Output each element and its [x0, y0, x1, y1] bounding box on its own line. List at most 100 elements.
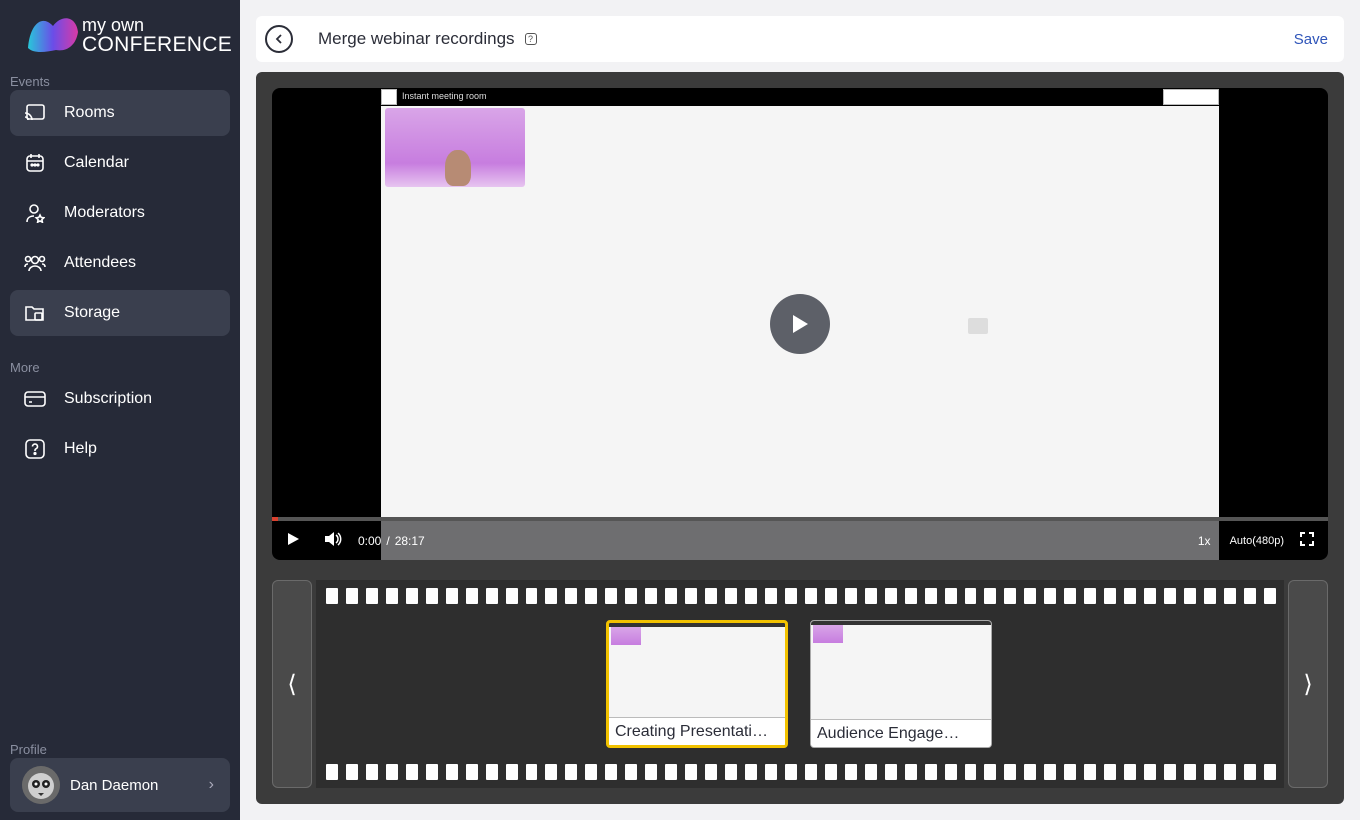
film-perforation [705, 588, 718, 604]
film-perforation [1064, 588, 1077, 604]
sidebar-item-label: Storage [64, 304, 121, 321]
profile-name: Dan Daemon [70, 776, 159, 794]
film-perforation [565, 764, 578, 780]
film-perforation [924, 764, 937, 780]
folder-icon [22, 300, 48, 326]
film-perforation [605, 764, 618, 780]
play-button[interactable] [286, 532, 300, 549]
film-perforation [745, 588, 757, 604]
video-controls: 0:00 / 28:17 1x Auto(480p) [272, 521, 1328, 560]
moderator-icon [22, 200, 48, 226]
film-perforation [445, 764, 458, 780]
profile-button[interactable]: Dan Daemon › [10, 758, 230, 812]
film-perforation [804, 588, 817, 604]
filmstrip-prev-button[interactable]: ⟨ [272, 580, 312, 788]
chevron-left-icon: ⟨ [287, 670, 297, 698]
section-events-label: Events [10, 74, 50, 89]
image-placeholder-icon [968, 318, 988, 334]
film-perforation [1183, 588, 1196, 604]
fullscreen-button[interactable] [1300, 532, 1314, 549]
film-perforation [685, 588, 698, 604]
film-perforation [565, 588, 578, 604]
film-perforation [485, 588, 498, 604]
credit-card-icon [22, 386, 48, 412]
film-perforation [745, 764, 757, 780]
film-perforation [984, 588, 997, 604]
sidebar-item-storage[interactable]: Storage [10, 290, 230, 336]
film-perforation [1044, 588, 1057, 604]
playback-speed[interactable]: 1x [1198, 534, 1211, 548]
film-perforation [1263, 588, 1276, 604]
volume-icon [325, 532, 342, 546]
film-perforation [385, 764, 398, 780]
sidebar-item-label: Moderators [64, 204, 145, 221]
film-perforation [964, 764, 977, 780]
chevron-right-icon: › [208, 776, 214, 793]
film-perforation [725, 764, 738, 780]
film-perforation [764, 764, 777, 780]
filmstrip-next-button[interactable]: ⟩ [1288, 580, 1328, 788]
film-perforation [924, 588, 937, 604]
film-perforation [465, 764, 478, 780]
film-perforation [1024, 588, 1037, 604]
film-perforation [1104, 588, 1117, 604]
film-perforation [964, 588, 977, 604]
quality-selector[interactable]: Auto(480p) [1230, 535, 1284, 547]
room-info-box [1163, 89, 1219, 105]
recording-thumbnail[interactable]: Audience Engage… [810, 620, 992, 748]
film-perforation [505, 588, 518, 604]
film-perforation [505, 764, 518, 780]
fullscreen-icon [1300, 532, 1314, 546]
recording-title: Creating Presentati… [609, 717, 785, 745]
current-time: 0:00 [358, 533, 382, 548]
film-perforation [545, 588, 558, 604]
film-perforation [824, 588, 837, 604]
controls-background [381, 521, 1219, 560]
film-perforation [326, 764, 338, 780]
big-play-button[interactable] [770, 294, 830, 354]
film-perforation [585, 588, 598, 604]
section-profile-label: Profile [10, 742, 47, 757]
app-logo[interactable]: my own CONFERENCE [26, 12, 232, 56]
presenter-face [445, 150, 471, 186]
video-player[interactable]: Instant meeting room 0:00 / 28:17 1x Aut… [272, 88, 1328, 560]
film-perforation [685, 764, 698, 780]
volume-button[interactable] [324, 531, 342, 550]
film-perforation [784, 764, 797, 780]
film-perforation [904, 588, 917, 604]
logo-line-1: my own [82, 15, 145, 35]
room-logo-box [381, 89, 397, 105]
film-perforation [1084, 764, 1097, 780]
film-perforation [625, 764, 638, 780]
sidebar-item-rooms[interactable]: Rooms [10, 90, 230, 136]
film-perforation [764, 588, 777, 604]
film-perforation [804, 764, 817, 780]
film-perforation [984, 764, 997, 780]
film-perforation [545, 764, 558, 780]
sidebar-item-subscription[interactable]: Subscription [10, 376, 230, 422]
film-perforation [525, 764, 538, 780]
sidebar-item-calendar[interactable]: Calendar [10, 140, 230, 186]
film-perforation [1124, 588, 1137, 604]
film-perforation [345, 588, 358, 604]
film-perforation [904, 764, 917, 780]
sidebar: my own CONFERENCE Events Rooms Calendar … [0, 0, 240, 820]
sidebar-item-moderators[interactable]: Moderators [10, 190, 230, 236]
film-perforation [1004, 588, 1017, 604]
page-title: Merge webinar recordings [318, 29, 515, 48]
info-icon[interactable]: ? [524, 33, 537, 45]
cast-icon [22, 100, 48, 126]
play-icon [793, 315, 808, 333]
sidebar-item-attendees[interactable]: Attendees [10, 240, 230, 286]
film-perforation [884, 588, 897, 604]
film-perforation [405, 764, 418, 780]
back-button[interactable] [265, 25, 293, 53]
logo-mark-icon [28, 18, 78, 52]
webcam-thumbnail [385, 108, 525, 187]
sidebar-item-help[interactable]: Help [10, 426, 230, 472]
sidebar-item-label: Help [64, 440, 97, 457]
film-perforation [1263, 764, 1276, 780]
recording-thumbnail-selected[interactable]: Creating Presentati… [606, 620, 788, 748]
film-perforation [844, 588, 857, 604]
save-button[interactable]: Save [1294, 31, 1328, 48]
